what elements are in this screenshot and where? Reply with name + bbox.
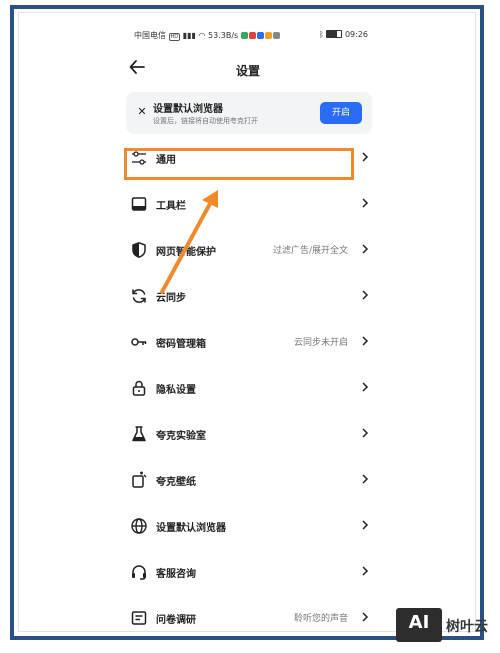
menu-item-label: 工具栏 xyxy=(156,201,186,212)
chevron-right-icon xyxy=(362,336,369,346)
menu-item-cloud-sync[interactable]: 云同步 xyxy=(112,274,384,318)
status-left: 中国电信 HD ▮▮▮ ◠ 53.3B/s xyxy=(134,30,281,41)
chevron-right-icon xyxy=(362,428,369,438)
key-icon xyxy=(131,338,147,346)
status-bar: 中国电信 HD ▮▮▮ ◠ 53.3B/s ᛒ 09:26 xyxy=(112,30,384,44)
menu-item-label: 问卷调研 xyxy=(156,615,196,626)
menu-item-label: 客服咨询 xyxy=(156,569,196,580)
app-notification-icon xyxy=(272,32,280,39)
chevron-right-icon xyxy=(362,566,369,576)
watermark-text: 树叶云 xyxy=(446,619,488,635)
menu-item-value: 云同步未开启 xyxy=(293,338,348,348)
menu-item-wallpaper[interactable]: 夸克壁纸 xyxy=(112,458,384,502)
menu-item-lab[interactable]: 夸克实验室 xyxy=(112,412,384,456)
signal-icon: ▮▮▮ xyxy=(182,31,196,40)
shield-icon xyxy=(132,242,146,258)
header: 设置 xyxy=(112,54,384,84)
network-speed: 53.3B/s xyxy=(208,31,239,40)
sync-icon xyxy=(132,289,146,303)
chevron-right-icon xyxy=(362,520,369,530)
default-browser-banner: ✕ 设置默认浏览器 设置后，链接将自动使用夸克打开 开启 xyxy=(126,92,372,134)
menu-item-survey[interactable]: 问卷调研 聆听您的声音 xyxy=(112,596,384,628)
watermark-logo: AI xyxy=(396,608,442,642)
highlight-box xyxy=(124,148,354,180)
chevron-right-icon xyxy=(362,198,369,208)
menu-item-password-manager[interactable]: 密码管理箱 云同步未开启 xyxy=(112,320,384,364)
menu-item-label: 夸克壁纸 xyxy=(156,477,196,488)
menu-item-toolbar[interactable]: 工具栏 xyxy=(112,182,384,226)
app-notification-icon xyxy=(240,32,248,39)
menu-item-label: 设置默认浏览器 xyxy=(156,523,226,534)
app-notification-icon xyxy=(256,32,264,39)
wifi-icon: ◠ xyxy=(198,31,206,40)
menu-item-customer-service[interactable]: 客服咨询 xyxy=(112,550,384,594)
status-right: ᛒ 09:26 xyxy=(319,30,368,39)
menu-item-label: 网页智能保护 xyxy=(156,247,216,258)
banner-subtitle: 设置后，链接将自动使用夸克打开 xyxy=(153,117,258,125)
chevron-right-icon xyxy=(362,290,369,300)
chevron-right-icon xyxy=(362,612,369,622)
headset-icon xyxy=(132,565,146,580)
lock-icon xyxy=(132,380,146,396)
app-notification-icon xyxy=(248,32,256,39)
chevron-right-icon xyxy=(362,152,369,162)
survey-icon xyxy=(131,611,147,625)
battery-icon xyxy=(326,30,343,38)
clock: 09:26 xyxy=(344,30,368,39)
flask-icon xyxy=(132,426,146,442)
globe-icon xyxy=(131,518,147,534)
menu-item-label: 隐私设置 xyxy=(156,385,196,396)
carrier-label: 中国电信 xyxy=(134,31,166,40)
menu-item-privacy[interactable]: 隐私设置 xyxy=(112,366,384,410)
menu-item-value: 聆听您的声音 xyxy=(293,614,348,624)
menu-item-label: 密码管理箱 xyxy=(156,339,206,350)
banner-title: 设置默认浏览器 xyxy=(153,104,223,115)
menu-item-value: 过滤广告/展开全文 xyxy=(272,246,348,256)
menu-item-default-browser[interactable]: 设置默认浏览器 xyxy=(112,504,384,548)
hd-icon: HD xyxy=(168,33,181,41)
bluetooth-icon: ᛒ xyxy=(319,30,324,39)
watermark: AI 树叶云 xyxy=(396,608,496,644)
toolbar-icon xyxy=(131,197,147,211)
chevron-right-icon xyxy=(362,382,369,392)
menu-item-web-protection[interactable]: 网页智能保护 过滤广告/展开全文 xyxy=(112,228,384,272)
app-notification-icon xyxy=(264,32,272,39)
chevron-right-icon xyxy=(362,474,369,484)
close-icon[interactable]: ✕ xyxy=(136,105,148,118)
wallpaper-icon xyxy=(132,471,147,488)
chevron-right-icon xyxy=(362,244,369,254)
phone-screen: 中国电信 HD ▮▮▮ ◠ 53.3B/s ᛒ 09:26 设置 ✕ 设置默认浏… xyxy=(112,24,384,628)
menu-item-label: 云同步 xyxy=(156,293,186,304)
menu-item-label: 夸克实验室 xyxy=(156,431,206,442)
enable-button[interactable]: 开启 xyxy=(320,102,362,124)
page-title: 设置 xyxy=(235,64,260,78)
